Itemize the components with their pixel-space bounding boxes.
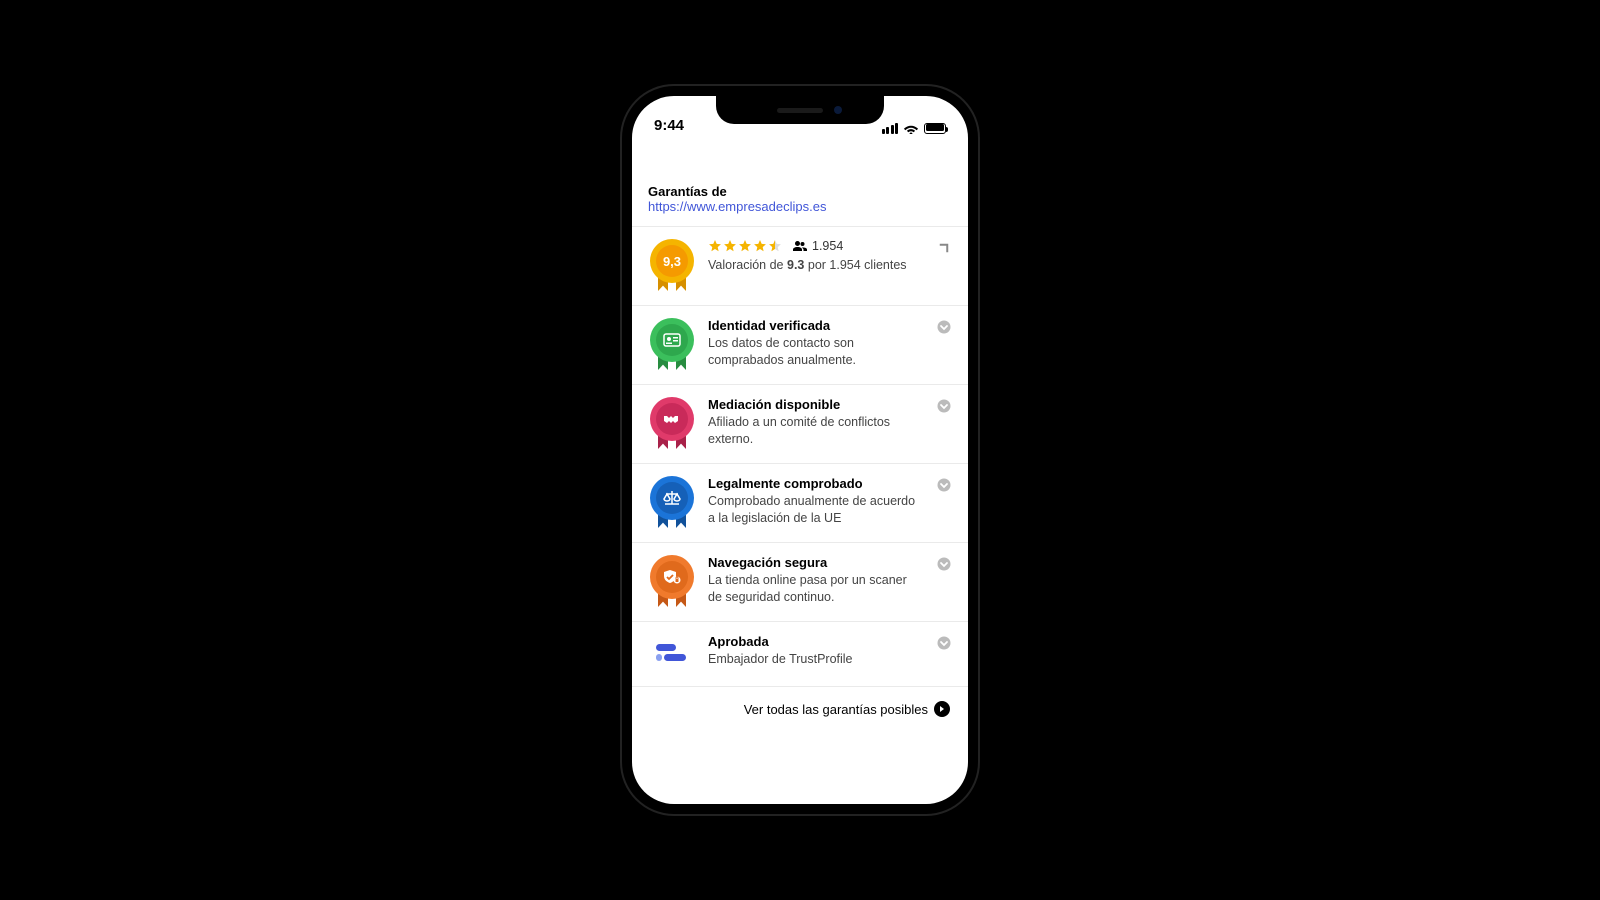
chevron-down-icon[interactable]: [936, 318, 952, 334]
chevron-down-icon[interactable]: [936, 634, 952, 650]
approved-title: Aprobada: [708, 634, 924, 649]
secure-title: Navegación segura: [708, 555, 924, 570]
screen: 9:44 Garantías de https://www.empresadec…: [632, 96, 968, 804]
rating-count: 1.954: [812, 239, 843, 253]
legal-badge-icon: [649, 476, 695, 530]
status-time: 9:44: [654, 117, 684, 134]
people-icon: [792, 240, 808, 252]
secure-desc: La tienda online pasa por un scaner de s…: [708, 572, 924, 606]
rating-score: 9,3: [656, 245, 688, 277]
header-label: Garantías de: [648, 184, 952, 199]
row-rating[interactable]: 9,3: [632, 227, 968, 306]
see-all-guarantees-link[interactable]: Ver todas las garantías posibles: [632, 687, 968, 731]
notch: [716, 96, 884, 124]
row-secure-browsing[interactable]: Navegación segura La tienda online pasa …: [632, 543, 968, 622]
mediation-badge-icon: [649, 397, 695, 451]
identity-desc: Los datos de contacto son comprabados an…: [708, 335, 924, 369]
row-approved[interactable]: Aprobada Embajador de TrustProfile: [632, 622, 968, 687]
mediation-desc: Afiliado a un comité de conflictos exter…: [708, 414, 924, 448]
row-identity[interactable]: Identidad verificada Los datos de contac…: [632, 306, 968, 385]
wifi-icon: [903, 122, 919, 134]
chevron-down-icon[interactable]: [936, 476, 952, 492]
arrow-right-circle-icon: [934, 701, 950, 717]
identity-badge-icon: [649, 318, 695, 372]
mediation-title: Mediación disponible: [708, 397, 924, 412]
cellular-signal-icon: [882, 123, 899, 134]
footer-label: Ver todas las garantías posibles: [744, 702, 928, 717]
site-url-link[interactable]: https://www.empresadeclips.es: [648, 199, 952, 214]
rating-desc: Valoración de 9.3 por 1.954 clientes: [708, 257, 924, 274]
rating-badge-icon: 9,3: [649, 239, 695, 293]
stars-icon: [708, 239, 782, 253]
trustprofile-logo-icon: [649, 634, 695, 674]
chevron-down-icon[interactable]: [936, 555, 952, 571]
content-area: Garantías de https://www.empresadeclips.…: [632, 136, 968, 804]
legal-title: Legalmente comprobado: [708, 476, 924, 491]
expand-icon[interactable]: [936, 239, 952, 255]
battery-icon: [924, 123, 946, 134]
row-mediation[interactable]: Mediación disponible Afiliado a un comit…: [632, 385, 968, 464]
identity-title: Identidad verificada: [708, 318, 924, 333]
row-legal[interactable]: Legalmente comprobado Comprobado anualme…: [632, 464, 968, 543]
approved-desc: Embajador de TrustProfile: [708, 651, 924, 668]
secure-badge-icon: [649, 555, 695, 609]
legal-desc: Comprobado anualmente de acuerdo a la le…: [708, 493, 924, 527]
status-indicators: [882, 122, 947, 134]
chevron-down-icon[interactable]: [936, 397, 952, 413]
header-block: Garantías de https://www.empresadeclips.…: [632, 184, 968, 227]
phone-bezel: 9:44 Garantías de https://www.empresadec…: [628, 92, 972, 808]
phone-frame: 9:44 Garantías de https://www.empresadec…: [622, 86, 978, 814]
